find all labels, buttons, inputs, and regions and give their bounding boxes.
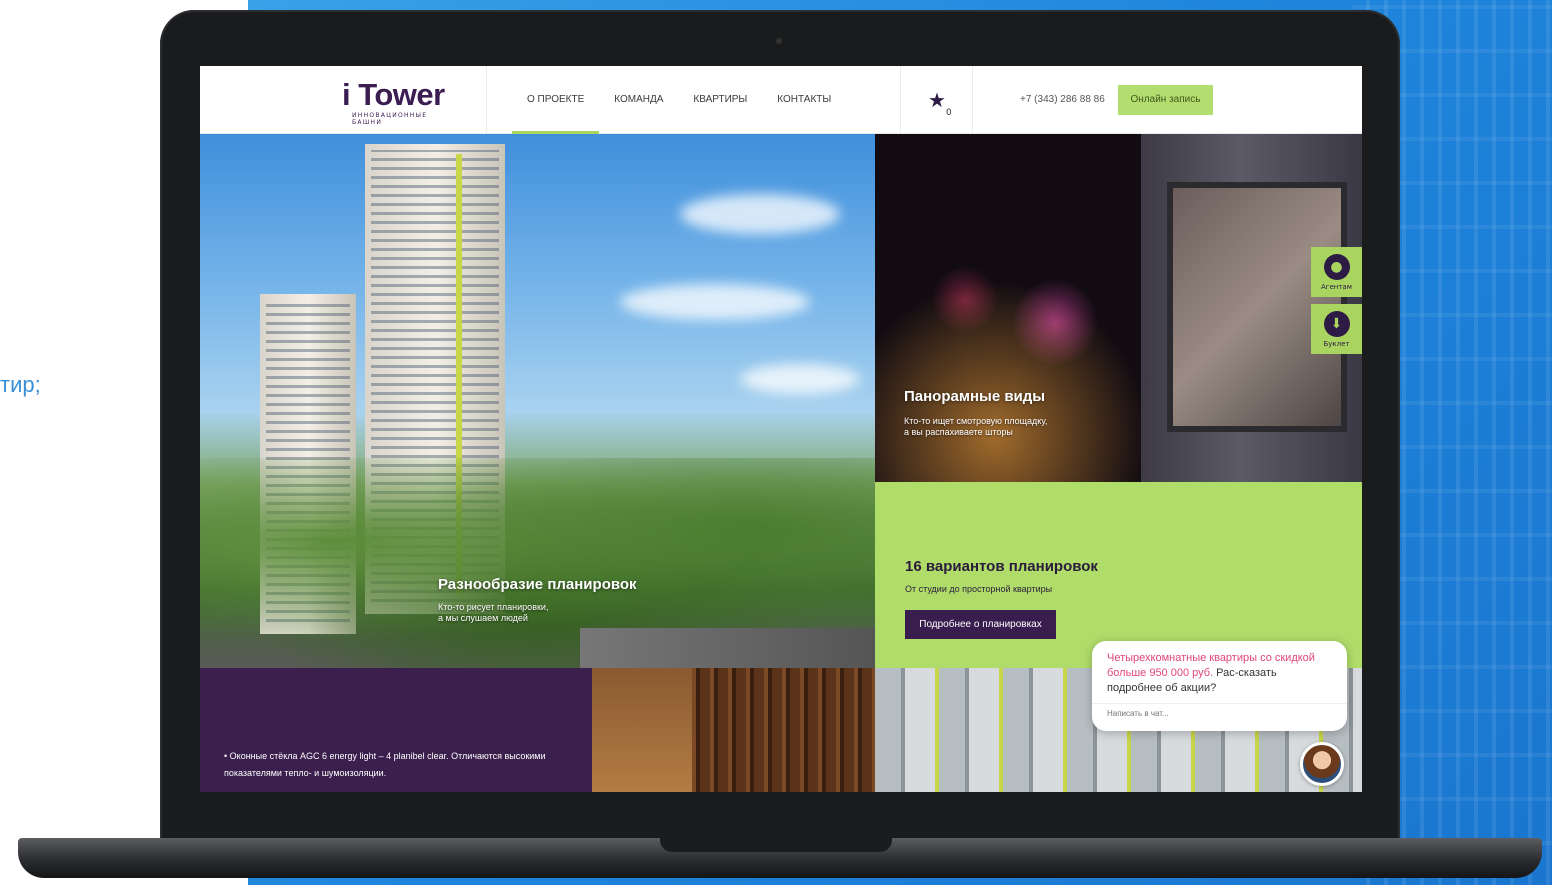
site-header: i Tower ИННОВАЦИОННЫЕ БАШНИ О ПРОЕКТЕ КО…: [200, 66, 1362, 134]
header-divider: [486, 66, 487, 134]
nav-item-contacts[interactable]: КОНТАКТЫ: [762, 66, 846, 134]
tile-layouts-title: Разнообразие планировок: [438, 576, 637, 593]
tile-panorama[interactable]: Панорамные виды Кто-то ищет смотровую пл…: [875, 134, 1362, 482]
tile-variants-title: 16 вариантов планировок: [905, 558, 1098, 575]
site-logo[interactable]: i Tower ИННОВАЦИОННЫЕ БАШНИ: [342, 77, 457, 126]
tile-panorama-text: Кто-то ищет смотровую площадку, а вы рас…: [904, 416, 1047, 438]
user-icon: ●: [1323, 254, 1350, 280]
nav-item-about[interactable]: О ПРОЕКТЕ: [512, 66, 600, 134]
nav-item-team[interactable]: КОМАНДА: [599, 66, 678, 134]
chat-divider: [1092, 703, 1347, 704]
booklet-label: Буклет: [1323, 340, 1350, 348]
booklet-widget[interactable]: ⬇ Буклет: [1311, 304, 1362, 354]
tile-variants-subtitle: От студии до просторной квартиры: [905, 584, 1053, 594]
chat-avatar[interactable]: [1300, 742, 1344, 786]
logo-title: i Tower: [342, 77, 445, 112]
phone-number[interactable]: +7 (343) 286 88 86: [1020, 66, 1105, 134]
layouts-details-button[interactable]: Подробнее о планировках: [905, 610, 1056, 639]
header-divider: [900, 66, 901, 134]
cloud-decor: [740, 364, 860, 394]
chat-message: Четырехкомнатные квартиры со скидкой бол…: [1107, 651, 1332, 696]
tile-lobby-photo: [592, 668, 875, 792]
main-nav: О ПРОЕКТЕ КОМАНДА КВАРТИРЫ КОНТАКТЫ: [512, 66, 846, 134]
star-icon: ★: [928, 88, 946, 112]
favorites-button[interactable]: ★ 0: [928, 90, 958, 120]
nav-item-apartments[interactable]: КВАРТИРЫ: [678, 66, 762, 134]
logo-subtitle: ИННОВАЦИОННЫЕ БАШНИ: [352, 112, 428, 126]
cloud-decor: [680, 194, 840, 234]
agents-widget[interactable]: ● Агентам: [1311, 247, 1362, 297]
tile-panorama-title: Панорамные виды: [904, 388, 1046, 405]
tile-layouts-text-line: а мы слушаем людей: [438, 613, 528, 623]
favorites-count: 0: [946, 108, 952, 118]
header-divider: [972, 66, 973, 134]
laptop-notch: [660, 838, 892, 852]
tile-panorama-text-line: а вы распахиваете шторы: [904, 427, 1013, 437]
website-screen: i Tower ИННОВАЦИОННЫЕ БАШНИ О ПРОЕКТЕ КО…: [200, 66, 1362, 792]
tile-layouts-text-line: Кто-то рисует планировки,: [438, 602, 549, 612]
tile-windows-info: • Оконные стёкла AGC 6 energy light – 4 …: [200, 668, 592, 792]
tile-layouts[interactable]: Разнообразие планировок Кто-то рисует пл…: [200, 134, 875, 668]
chat-widget[interactable]: Четырехкомнатные квартиры со скидкой бол…: [1092, 641, 1347, 731]
tile-layouts-text: Кто-то рисует планировки, а мы слушаем л…: [438, 602, 548, 624]
tile-panorama-text-line: Кто-то ищет смотровую площадку,: [904, 416, 1048, 426]
agents-label: Агентам: [1321, 283, 1352, 291]
online-booking-button[interactable]: Онлайн запись: [1118, 85, 1213, 115]
chat-input[interactable]: [1107, 709, 1307, 718]
backdrop-side-text: тир;: [0, 372, 41, 397]
cloud-decor: [620, 284, 810, 320]
road-decor: [580, 628, 875, 668]
fireworks-decor: [875, 254, 1175, 482]
windows-bullet-text: • Оконные стёкла AGC 6 energy light – 4 …: [224, 751, 546, 778]
download-icon: ⬇: [1323, 311, 1350, 337]
chat-message-highlight: Четырехкомнатные квартиры со скидкой бол…: [1107, 652, 1315, 679]
laptop-camera: [776, 38, 782, 44]
